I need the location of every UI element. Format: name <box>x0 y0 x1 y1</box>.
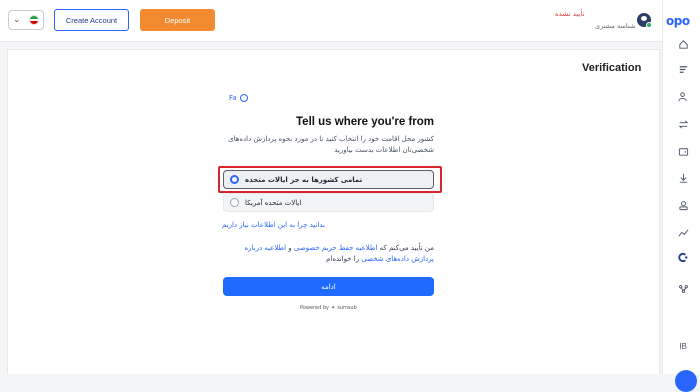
radio-unselected-icon[interactable] <box>230 198 239 207</box>
consent-and: و <box>288 244 292 252</box>
selection-highlight-box <box>218 166 442 193</box>
copy-trade-icon[interactable] <box>677 251 689 263</box>
account-id-label: شناسه مشتری <box>595 22 636 30</box>
partners-icon[interactable] <box>677 283 689 295</box>
users-icon[interactable] <box>677 90 689 102</box>
wallet-icon[interactable] <box>677 145 689 157</box>
verification-status-badge: تأیید نشده <box>555 10 585 18</box>
top-bar: ⌄ Create Account Deposit تأیید نشده شناس… <box>0 0 662 42</box>
form-heading: Tell us where you're from <box>296 116 434 128</box>
user-icon <box>641 16 647 21</box>
iran-flag-icon <box>29 15 39 25</box>
language-switch-link[interactable]: Fa <box>229 94 248 102</box>
page-title: Verification <box>582 62 642 74</box>
chevron-down-icon: ⌄ <box>13 14 21 25</box>
option-label: ایالات متحده آمریکا <box>245 198 302 207</box>
brand-logo[interactable]: opo <box>666 14 690 28</box>
home-icon[interactable] <box>677 38 689 50</box>
option-usa[interactable]: ایالات متحده آمریکا <box>223 193 434 212</box>
consent-text: من تأیید می‌کنم که اطلاعیه حفظ حریم خصوص… <box>222 243 434 265</box>
language-code: Fa <box>229 94 237 102</box>
sumsub-brand: sumsub <box>337 305 357 311</box>
download-icon[interactable] <box>677 172 689 184</box>
why-info-link[interactable]: بدانید چرا به این اطلاعات نیاز داریم <box>222 221 325 229</box>
consent-prefix: من تأیید می‌کنم که <box>379 244 434 252</box>
powered-by: Powered by ✦ sumsub <box>300 305 357 311</box>
chart-icon[interactable] <box>677 226 689 238</box>
sumsub-logo-icon: ✦ <box>330 305 336 311</box>
online-status-icon <box>646 22 652 28</box>
continue-button[interactable]: ادامه <box>223 277 434 296</box>
deposit-button[interactable]: Deposit <box>140 9 215 31</box>
avatar[interactable] <box>637 13 652 28</box>
consent-suffix: را خوانده‌ام <box>326 255 360 263</box>
profile-icon[interactable] <box>677 199 689 211</box>
ib-menu-item[interactable]: IB <box>677 340 689 352</box>
language-selector[interactable]: ⌄ <box>8 10 44 30</box>
sidebar <box>662 0 700 374</box>
privacy-notice-link[interactable]: اطلاعیه حفظ حریم خصوصی <box>294 244 378 252</box>
powered-by-label: Powered by <box>300 305 329 311</box>
create-account-button[interactable]: Create Account <box>54 9 129 31</box>
transfer-icon[interactable] <box>677 118 689 130</box>
form-description: کشور محل اقامت خود را انتخاب کنید تا در … <box>228 135 434 154</box>
chat-support-button[interactable] <box>675 370 697 392</box>
globe-icon <box>239 94 248 102</box>
trading-icon[interactable] <box>677 63 689 75</box>
